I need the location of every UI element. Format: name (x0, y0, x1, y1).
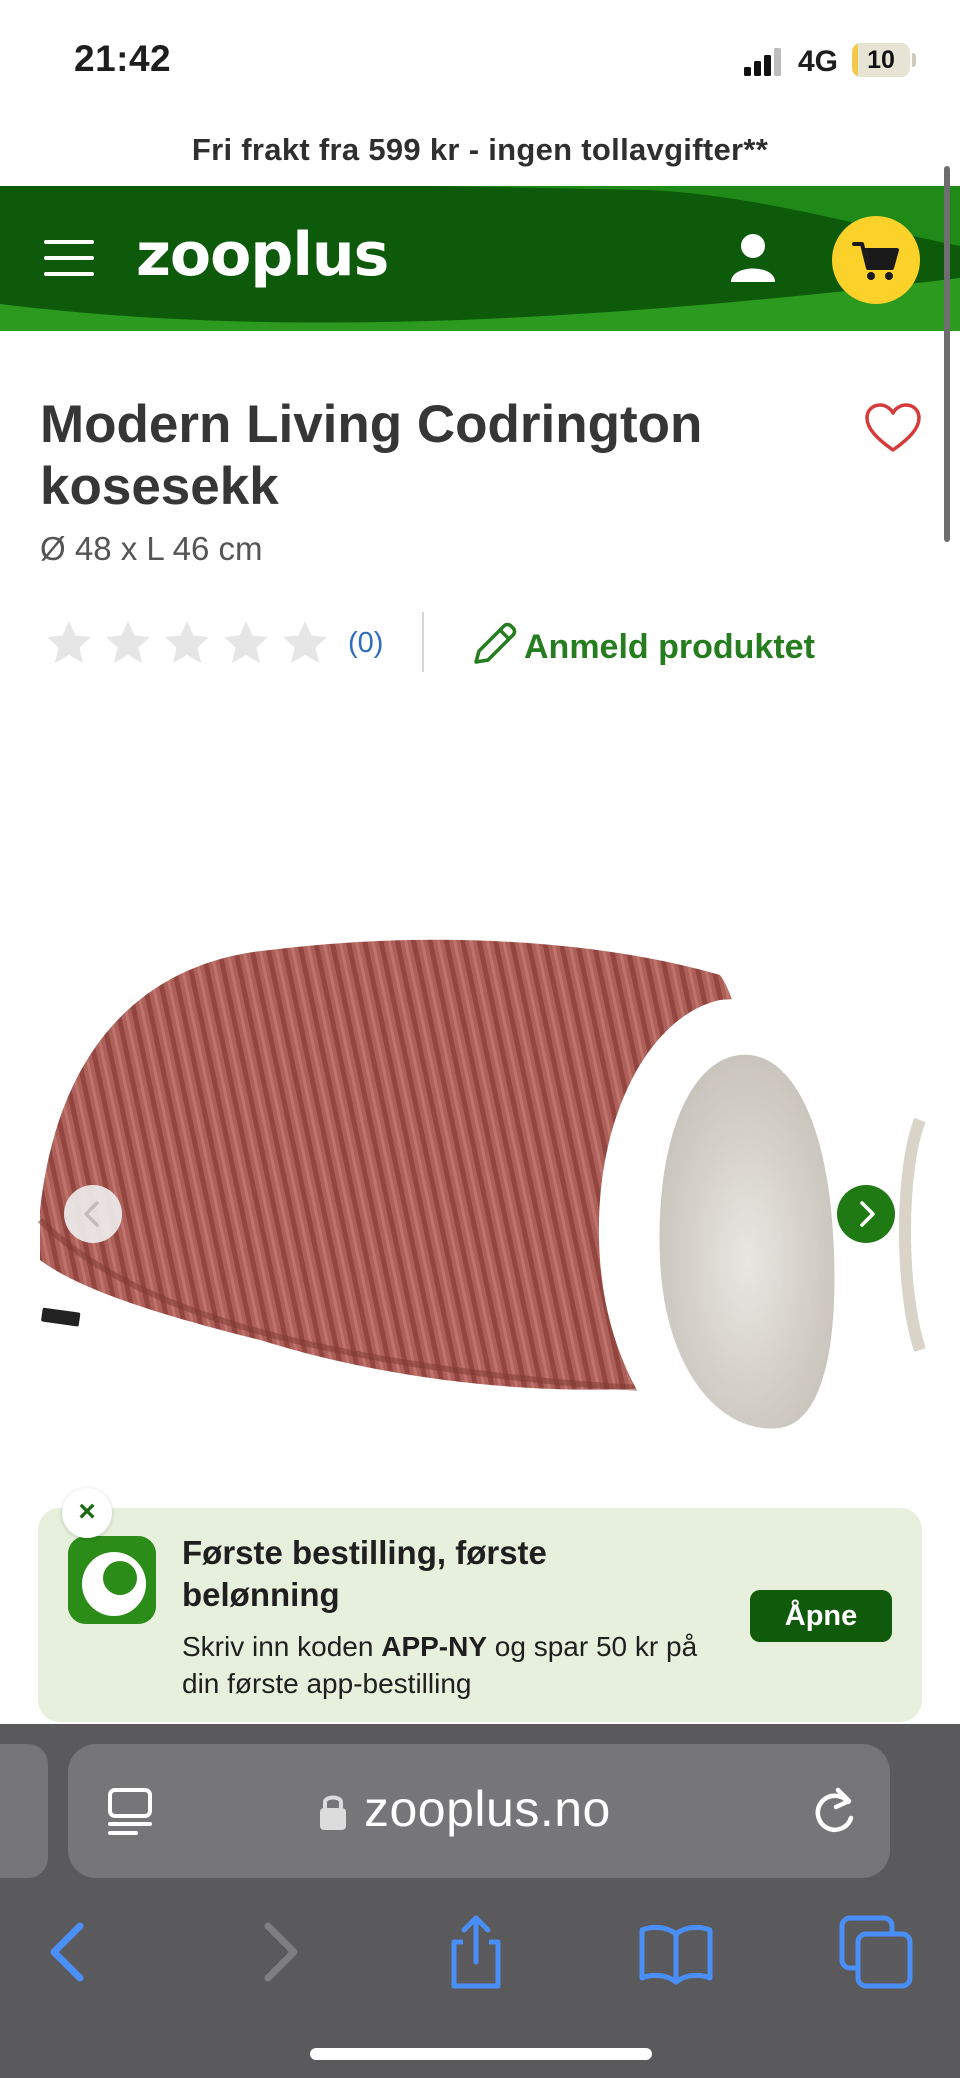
cart-button[interactable] (832, 216, 920, 304)
star-icon (165, 621, 209, 663)
url-text: zooplus.no (364, 1781, 611, 1837)
product-image[interactable] (0, 700, 960, 1510)
share-icon[interactable] (436, 1912, 516, 1992)
status-bar: 21:42 4G 10 (0, 0, 960, 118)
write-review-label: Anmeld produktet (524, 628, 815, 666)
chevron-right-icon (860, 1201, 875, 1227)
star-icon (224, 621, 268, 663)
address-bar[interactable]: zooplus.no (68, 1744, 890, 1878)
battery-cap (912, 53, 916, 67)
rating-count-link[interactable]: (0) (348, 627, 383, 660)
product-size: Ø 48 x L 46 cm (40, 530, 263, 567)
battery-icon: 10 (852, 43, 910, 77)
banner-title: Første bestilling, første belønning (182, 1534, 547, 1613)
scroll-indicator[interactable] (944, 166, 950, 542)
banner-subtitle-text: Skriv inn koden (182, 1631, 382, 1662)
chevron-left-icon (84, 1201, 99, 1227)
menu-icon-line (44, 256, 94, 260)
reload-icon[interactable] (808, 1786, 860, 1838)
zooplus-logo[interactable]: zooplus (136, 220, 389, 290)
battery-percent: 10 (867, 46, 895, 74)
pencil-icon (474, 622, 517, 664)
app-logo-icon (68, 1536, 156, 1624)
promo-code: APP-NY (381, 1631, 488, 1662)
product-title: Modern Living Codrington kosesekk (40, 395, 703, 516)
product-image-carousel[interactable] (0, 700, 960, 1510)
star-icon (47, 621, 91, 663)
star-icon (106, 621, 150, 663)
banner-close-button[interactable]: × (62, 1488, 112, 1538)
carousel-next-button[interactable] (837, 1185, 895, 1243)
signal-icon (744, 48, 781, 76)
shipping-promo-text: Fri frakt fra 599 kr - ingen tollavgifte… (191, 132, 769, 167)
menu-icon-line (44, 272, 94, 276)
browser-toolbar (0, 1894, 960, 2014)
forward-icon[interactable] (238, 1912, 318, 1992)
open-app-button[interactable]: Åpne (750, 1590, 892, 1642)
banner-subtitle: Skriv inn koden APP-NY og spar 50 kr på … (182, 1628, 722, 1702)
app-promo-banner: Første bestilling, første belønning Skri… (38, 1508, 922, 1722)
shipping-promo-strip[interactable]: Fri frakt fra 599 kr - ingen tollavgifte… (0, 118, 960, 186)
carousel-prev-button[interactable] (64, 1185, 122, 1243)
tabs-icon[interactable] (836, 1912, 916, 1992)
zooplus-app-icon (68, 1536, 156, 1624)
cart-icon (852, 242, 899, 280)
menu-icon (44, 240, 94, 244)
rating-divider (422, 612, 424, 672)
menu-button[interactable] (44, 240, 94, 278)
account-icon[interactable] (728, 232, 778, 284)
star-icon (283, 621, 327, 663)
status-time: 21:42 (74, 38, 172, 79)
lock-icon (320, 1795, 346, 1830)
page-menu-icon[interactable] (106, 1786, 156, 1838)
browser-bottom-bar: zooplus.no (0, 1724, 960, 2078)
page: 21:42 4G 10 Fri frakt fra 599 kr - ingen… (0, 0, 960, 2078)
previous-tab-preview[interactable] (0, 1744, 48, 1878)
site-header: zooplus (0, 186, 960, 331)
rating-stars[interactable] (44, 618, 334, 668)
close-icon: × (78, 1495, 96, 1528)
home-indicator[interactable] (310, 2048, 652, 2060)
heart-icon[interactable] (864, 402, 922, 454)
back-icon[interactable] (30, 1912, 110, 1992)
rating-row: (0) Anmeld produktet (40, 612, 920, 676)
bookmarks-icon[interactable] (636, 1912, 716, 1992)
network-label: 4G (798, 45, 839, 78)
